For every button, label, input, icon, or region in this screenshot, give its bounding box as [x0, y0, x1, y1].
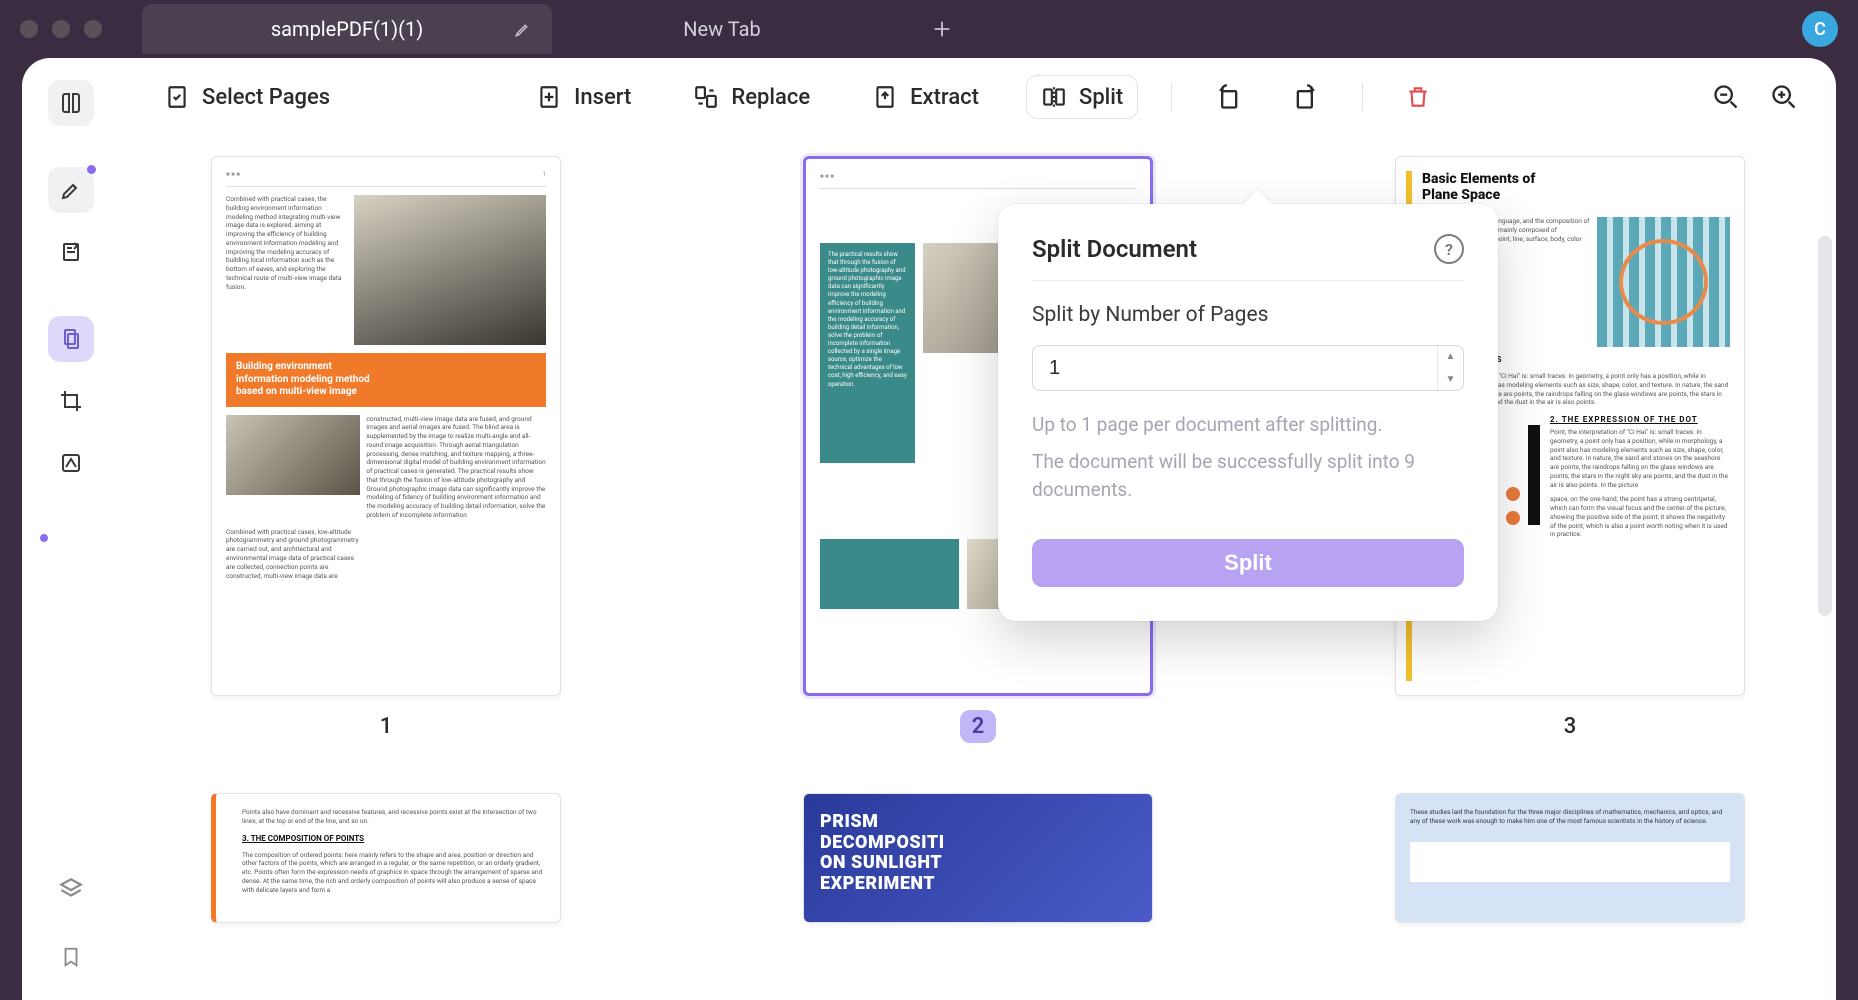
stepper-down-icon[interactable]: ▼ — [1438, 368, 1463, 391]
thumb-text: The practical results show that through … — [820, 243, 915, 463]
thumb-text: Points also have dominant and recessive … — [242, 808, 546, 826]
thumb-text: Combined with practical cases, low-altit… — [226, 528, 360, 581]
page-thumbnail[interactable]: Points also have dominant and recessive … — [211, 793, 561, 923]
page-toolbar: Select Pages Insert Replace Extract — [120, 58, 1836, 136]
popover-hint: Up to 1 page per document after splittin… — [1032, 411, 1464, 440]
insert-button[interactable]: Insert — [522, 76, 645, 118]
thumb-title: Basic Elements of Plane Space — [1422, 171, 1730, 203]
app-window: Select Pages Insert Replace Extract — [22, 58, 1836, 1000]
page-cell-5[interactable]: PRISM DECOMPOSITI ON SUNLIGHT EXPERIMENT — [803, 793, 1153, 923]
add-tab-button[interactable] — [922, 9, 962, 49]
thumbnail-grid-wrap[interactable]: ■ ■ ■1 Combined with practical cases, th… — [120, 136, 1836, 1000]
page-cell-1[interactable]: ■ ■ ■1 Combined with practical cases, th… — [211, 156, 561, 743]
sidebar-highlighter-icon[interactable] — [48, 167, 94, 213]
thumbnail-grid: ■ ■ ■1 Combined with practical cases, th… — [160, 156, 1796, 923]
split-icon — [1041, 84, 1067, 110]
sidebar-bookmark-icon[interactable] — [48, 934, 94, 980]
thumb-text: space, on the one hand, the point has a … — [1550, 495, 1730, 539]
thumb-heading: 3. THE COMPOSITION OF POINTS — [242, 834, 546, 843]
content-area: Select Pages Insert Replace Extract — [120, 58, 1836, 1000]
page-number: 1 — [368, 710, 405, 743]
thumb-text: Point, the interpretation of "Ci Hai" is… — [1550, 428, 1730, 489]
illustration-placeholder — [1410, 842, 1730, 882]
scrollbar[interactable] — [1818, 236, 1832, 616]
thumb-title: PRISM DECOMPOSITI ON SUNLIGHT EXPERIMENT — [804, 794, 1152, 913]
extract-icon — [872, 84, 898, 110]
sidebar-active-indicator — [40, 534, 48, 542]
tab-newtab[interactable]: New Tab — [552, 4, 892, 54]
tab-label: New Tab — [683, 17, 760, 41]
help-icon[interactable]: ? — [1434, 234, 1464, 264]
extract-button[interactable]: Extract — [858, 76, 993, 118]
avatar-initial: C — [1814, 19, 1826, 40]
page-number: 3 — [1552, 710, 1589, 743]
avatar[interactable]: C — [1802, 11, 1838, 47]
page-cell-4[interactable]: Points also have dominant and recessive … — [211, 793, 561, 923]
photo-placeholder — [354, 195, 546, 345]
tab-strip: samplePDF(1)(1) New Tab — [142, 4, 1802, 54]
sidebar-crop-icon[interactable] — [48, 378, 94, 424]
insert-icon — [536, 84, 562, 110]
thumb-text: constructed, multi-view image data are f… — [366, 415, 546, 520]
sidebar-layers-icon[interactable] — [48, 866, 94, 912]
sidebar — [22, 58, 120, 1000]
rotate-left-button[interactable] — [1206, 75, 1250, 119]
photo-placeholder — [226, 415, 360, 495]
minimize-window-dot[interactable] — [52, 20, 70, 38]
split-button[interactable]: Split — [1027, 76, 1137, 118]
toolbar-divider — [1171, 83, 1172, 111]
color-block — [820, 539, 959, 609]
split-label: Split — [1079, 85, 1123, 110]
popover-hint: The document will be successfully split … — [1032, 448, 1464, 505]
zoom-out-button[interactable] — [1704, 75, 1748, 119]
page-thumbnail[interactable]: These studies laid the foundation for th… — [1395, 793, 1745, 923]
page-cell-6[interactable]: These studies laid the foundation for th… — [1395, 793, 1745, 923]
tab-label: samplePDF(1)(1) — [271, 17, 423, 41]
select-pages-label: Select Pages — [202, 85, 330, 110]
replace-label: Replace — [731, 85, 810, 110]
extract-label: Extract — [910, 85, 979, 110]
select-pages-button[interactable]: Select Pages — [150, 76, 344, 118]
replace-icon — [693, 84, 719, 110]
thumb-text: Combined with practical cases, the build… — [226, 195, 348, 345]
thumb-heading: 2. THE EXPRESSION OF THE DOT — [1550, 415, 1730, 424]
window-traffic-lights — [20, 20, 102, 38]
sidebar-pages-icon[interactable] — [48, 316, 94, 362]
split-confirm-label: Split — [1224, 550, 1272, 575]
close-window-dot[interactable] — [20, 20, 38, 38]
page-thumbnail[interactable]: PRISM DECOMPOSITI ON SUNLIGHT EXPERIMENT — [803, 793, 1153, 923]
toolbar-divider — [1362, 83, 1363, 111]
zoom-in-button[interactable] — [1762, 75, 1806, 119]
split-confirm-button[interactable]: Split — [1032, 539, 1464, 587]
page-thumbnail[interactable]: ■ ■ ■1 Combined with practical cases, th… — [211, 156, 561, 696]
sidebar-redact-icon[interactable] — [48, 440, 94, 486]
tab-document[interactable]: samplePDF(1)(1) — [142, 4, 552, 54]
sidebar-reader-icon[interactable] — [48, 80, 94, 126]
replace-button[interactable]: Replace — [679, 76, 824, 118]
pages-per-document-stepper[interactable]: ▲ ▼ — [1032, 345, 1464, 391]
pencil-icon[interactable] — [514, 20, 532, 38]
popover-section-label: Split by Number of Pages — [1032, 303, 1464, 327]
split-popover: Split Document ? Split by Number of Page… — [998, 204, 1498, 621]
select-pages-icon — [164, 84, 190, 110]
stepper-up-icon[interactable]: ▲ — [1438, 345, 1463, 368]
illustration-placeholder — [1597, 217, 1730, 347]
insert-label: Insert — [574, 85, 631, 110]
maximize-window-dot[interactable] — [84, 20, 102, 38]
titlebar: samplePDF(1)(1) New Tab C — [0, 0, 1858, 58]
popover-title: Split Document — [1032, 235, 1197, 263]
thumb-text: These studies laid the foundation for th… — [1410, 808, 1730, 826]
rotate-right-button[interactable] — [1284, 75, 1328, 119]
sidebar-annotate-icon[interactable] — [48, 229, 94, 275]
delete-button[interactable] — [1397, 76, 1439, 118]
thumb-title-band: Building environment information modelin… — [226, 353, 546, 407]
pages-per-document-input[interactable] — [1033, 357, 1437, 380]
page-number-selected: 2 — [960, 710, 997, 743]
thumb-text: The composition of ordered points: here … — [242, 851, 546, 895]
